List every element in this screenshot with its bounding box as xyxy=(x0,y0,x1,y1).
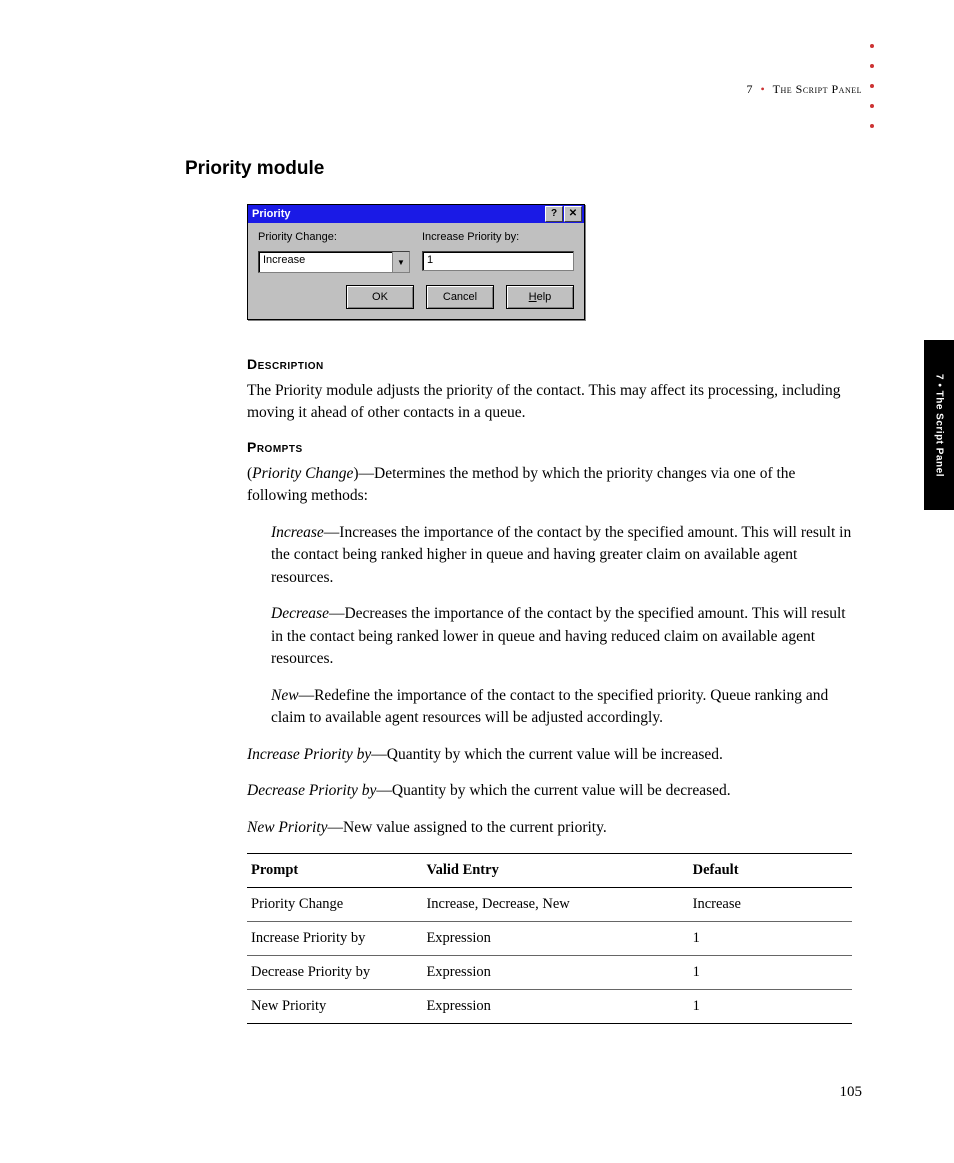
description-heading: Description xyxy=(247,356,852,372)
help-button[interactable]: Help xyxy=(506,285,574,309)
priority-change-para: (Priority Change)—Determines the method … xyxy=(247,463,852,508)
increase-para: Increase—Increases the importance of the… xyxy=(271,522,852,589)
chevron-down-icon[interactable]: ▼ xyxy=(392,252,409,272)
priority-dialog: Priority ? ✕ Priority Change: Increase P… xyxy=(247,204,585,320)
new-priority-para: New Priority—New value assigned to the c… xyxy=(247,817,852,839)
chapter-number: 7 xyxy=(746,82,753,96)
increase-priority-by-para: Increase Priority by—Quantity by which t… xyxy=(247,744,852,766)
side-tab: 7 • The Script Panel xyxy=(924,340,954,510)
th-prompt: Prompt xyxy=(247,854,422,888)
priority-change-combo[interactable]: Increase ▼ xyxy=(258,251,410,273)
decorative-dots xyxy=(870,44,874,128)
table-row: New Priority Expression 1 xyxy=(247,990,852,1024)
table-row: Increase Priority by Expression 1 xyxy=(247,922,852,956)
prompts-table: Prompt Valid Entry Default Priority Chan… xyxy=(247,853,852,1024)
page-number: 105 xyxy=(840,1084,863,1101)
chapter-title: The Script Panel xyxy=(773,82,862,96)
th-default: Default xyxy=(689,854,852,888)
th-valid-entry: Valid Entry xyxy=(422,854,688,888)
dialog-titlebar: Priority ? ✕ xyxy=(248,205,584,223)
ok-button[interactable]: OK xyxy=(346,285,414,309)
running-header: 7 • The Script Panel xyxy=(746,82,862,97)
prompts-heading: Prompts xyxy=(247,439,852,455)
decrease-priority-by-para: Decrease Priority by—Quantity by which t… xyxy=(247,780,852,802)
section-title: Priority module xyxy=(185,158,865,180)
close-icon[interactable]: ✕ xyxy=(564,206,582,222)
decrease-para: Decrease—Decreases the importance of the… xyxy=(271,603,852,670)
increase-by-label: Increase Priority by: xyxy=(422,231,574,243)
combo-value: Increase xyxy=(259,252,392,272)
description-body: The Priority module adjusts the priority… xyxy=(247,380,852,425)
table-row: Decrease Priority by Expression 1 xyxy=(247,956,852,990)
help-icon[interactable]: ? xyxy=(545,206,563,222)
table-row: Priority Change Increase, Decrease, New … xyxy=(247,888,852,922)
new-para: New—Redefine the importance of the conta… xyxy=(271,685,852,730)
side-tab-label: 7 • The Script Panel xyxy=(934,374,945,477)
cancel-button[interactable]: Cancel xyxy=(426,285,494,309)
priority-change-label: Priority Change: xyxy=(258,231,410,243)
dialog-title: Priority xyxy=(252,208,291,220)
increase-by-input[interactable]: 1 xyxy=(422,251,574,271)
